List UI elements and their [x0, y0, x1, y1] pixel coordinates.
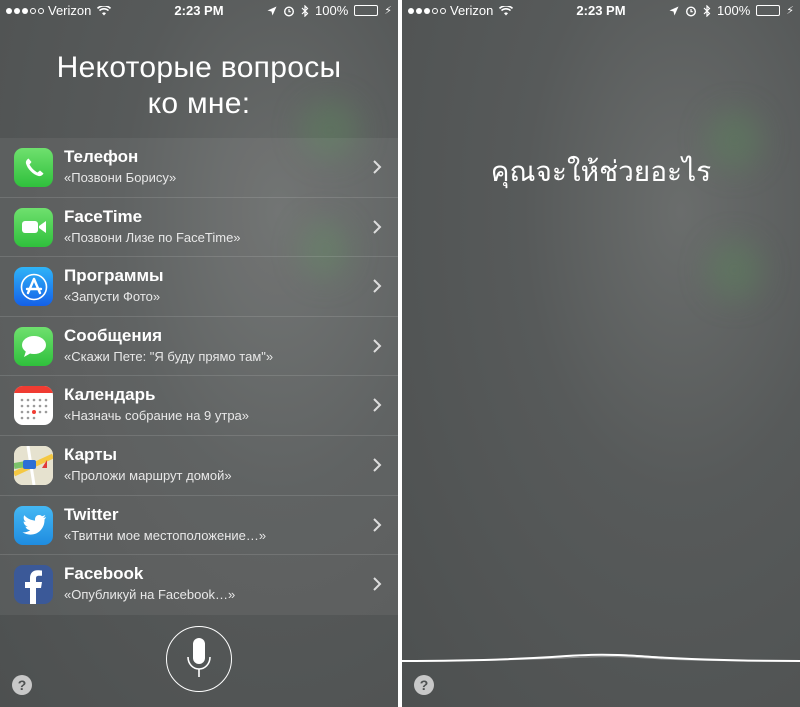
siri-listening-screen: Verizon 2:23 PM 100% ⚡ คุณจะให้ช่วยอะไร …: [402, 0, 800, 707]
messages-icon: [14, 326, 53, 366]
suggestion-app-name: Календарь: [64, 385, 156, 405]
siri-microphone-button[interactable]: [166, 626, 232, 692]
phone-icon: [14, 148, 53, 187]
chevron-right-icon: [373, 160, 382, 174]
chevron-right-icon: [373, 458, 382, 472]
suggestion-app-name: Программы: [64, 266, 164, 286]
status-right: 100% ⚡: [669, 3, 794, 18]
status-right: 100% ⚡: [267, 3, 392, 18]
twitter-icon: [14, 505, 53, 545]
suggestion-row-apps[interactable]: Программы «Запусти Фото»: [0, 257, 398, 317]
siri-waveform: [402, 653, 800, 662]
charging-bolt-icon: ⚡: [384, 5, 392, 17]
help-button[interactable]: ?: [414, 675, 434, 695]
maps-icon: [14, 445, 53, 485]
chevron-right-icon: [373, 279, 382, 293]
suggestion-app-name: Телефон: [64, 147, 139, 166]
battery-percent: 100%: [717, 3, 751, 18]
suggestion-example: «Проложи маршрут домой»: [64, 467, 232, 483]
chevron-right-icon: [373, 517, 382, 532]
suggestion-app-name: Карты: [64, 444, 118, 464]
suggestion-example: «Скажи Пете: "Я буду прямо там"»: [64, 348, 274, 364]
suggestion-app-name: Facebook: [64, 564, 144, 584]
facetime-icon: [14, 207, 53, 247]
battery-icon: [354, 5, 379, 16]
battery-percent: 100%: [315, 3, 349, 18]
suggestion-example: «Запусти Фото»: [64, 289, 161, 305]
suggestion-app-name: Сообщения: [64, 325, 162, 345]
chevron-right-icon: [373, 577, 382, 591]
calendar-icon: [14, 386, 53, 426]
facebook-icon: [14, 565, 53, 605]
heading-line-1: Некоторые вопросы: [56, 51, 342, 84]
chevron-right-icon: [373, 398, 382, 413]
microphone-icon: [187, 638, 211, 677]
heading-line-2: ко мне:: [147, 87, 251, 120]
suggestion-example: «Твитни мое местоположение…»: [64, 527, 267, 543]
suggestion-example: «Позвони Борису»: [64, 170, 177, 185]
suggestion-example: «Позвони Лизе по FaceTime»: [64, 229, 241, 245]
status-bar: Verizon 2:23 PM 100% ⚡: [0, 0, 398, 20]
suggestion-row-calendar[interactable]: Календарь «Назначь собрание на 9 утра»: [0, 376, 398, 436]
help-button[interactable]: ?: [12, 675, 32, 695]
suggestion-row-facetime[interactable]: FaceTime «Позвони Лизе по FaceTime»: [0, 198, 398, 258]
app-store-icon: [14, 267, 53, 307]
status-bar: Verizon 2:23 PM 100% ⚡: [402, 0, 800, 20]
alarm-icon: [284, 5, 295, 17]
location-arrow-icon: [267, 6, 277, 15]
siri-suggestions-screen: Verizon 2:23 PM 100% ⚡ Некоторые вопросы…: [0, 0, 398, 707]
location-arrow-icon: [669, 6, 679, 15]
suggestion-row-messages[interactable]: Сообщения «Скажи Пете: "Я буду прямо там…: [0, 317, 398, 377]
siri-prompt: คุณจะให้ช่วยอะไร: [490, 155, 712, 188]
chevron-right-icon: [373, 339, 382, 353]
suggestion-example: «Опубликуй на Facebook…»: [64, 587, 236, 603]
suggestion-app-name: Twitter: [64, 504, 119, 524]
suggestions-heading: Некоторые вопросы ко мне:: [0, 50, 398, 122]
charging-bolt-icon: ⚡: [786, 5, 794, 17]
suggestion-example: «Назначь собрание на 9 утра»: [64, 408, 250, 424]
suggestion-row-maps[interactable]: Карты «Проложи маршрут домой»: [0, 436, 398, 496]
suggestion-row-twitter[interactable]: Twitter «Твитни мое местоположение…»: [0, 496, 398, 556]
suggestions-list: Телефон «Позвони Борису» FaceTime «Позво…: [0, 138, 398, 615]
suggestion-row-phone[interactable]: Телефон «Позвони Борису»: [0, 138, 398, 198]
suggestion-app-name: FaceTime: [64, 206, 143, 226]
battery-icon: [756, 5, 781, 16]
bluetooth-icon: [703, 4, 711, 17]
bluetooth-icon: [301, 4, 309, 17]
suggestion-row-facebook[interactable]: Facebook «Опубликуй на Facebook…»: [0, 555, 398, 615]
alarm-icon: [686, 5, 697, 17]
chevron-right-icon: [373, 219, 382, 234]
